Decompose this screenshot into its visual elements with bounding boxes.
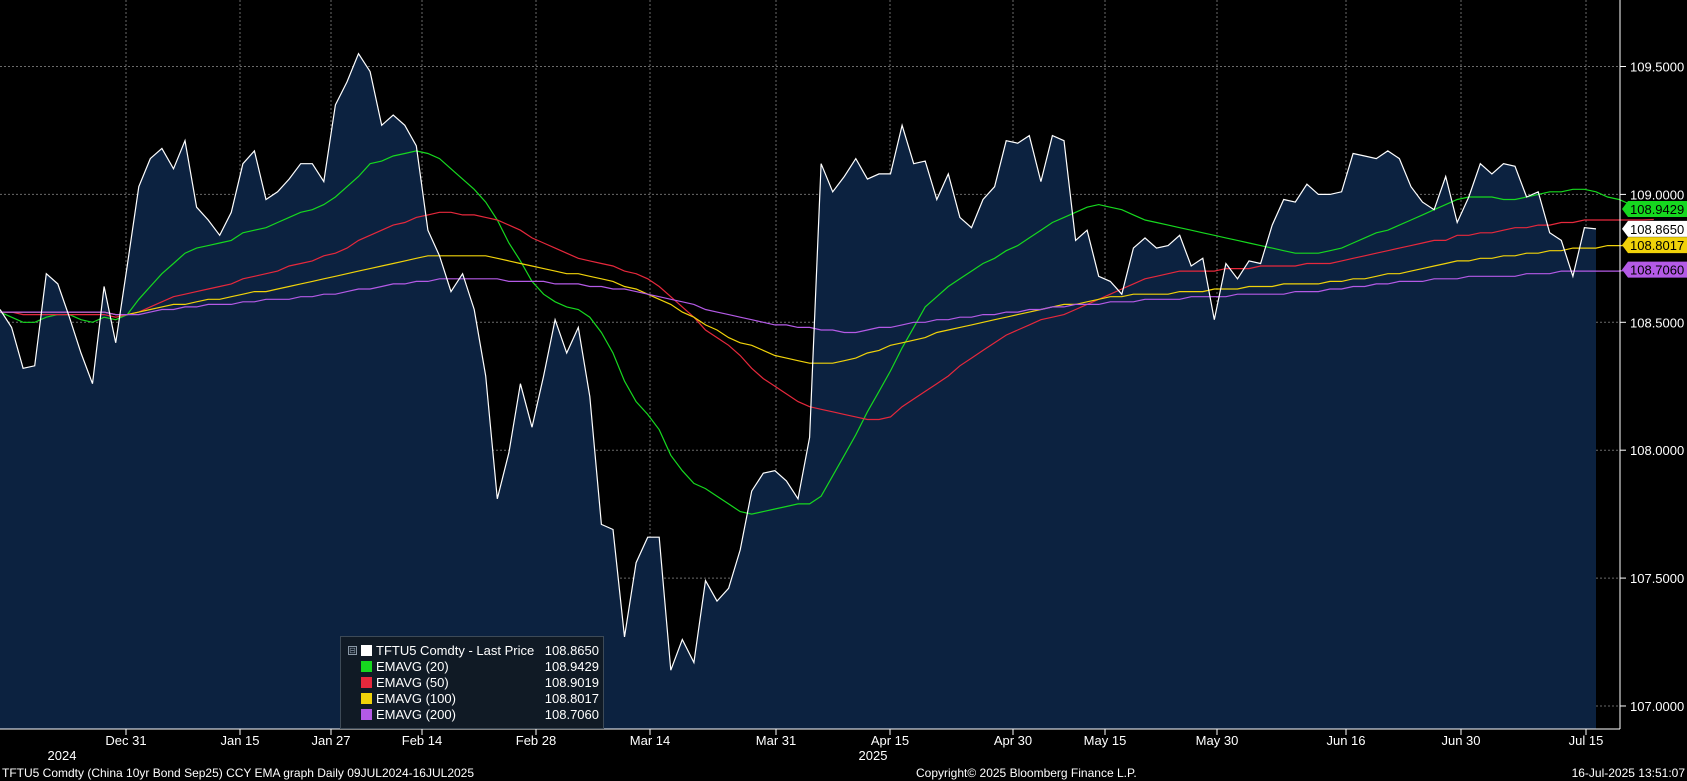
- legend: ⊟ TFTU5 Comdty - Last Price 108.8650 EMA…: [340, 636, 604, 729]
- y-tick-label: 108.0000: [1630, 443, 1684, 458]
- legend-value: 108.7060: [544, 707, 599, 722]
- legend-name: EMAVG (200): [376, 707, 456, 722]
- last-value-tag-label: 108.8650: [1630, 222, 1684, 237]
- y-tick-label: 109.0000: [1630, 187, 1684, 202]
- x-axis-ticks: Dec 31 Jan 15 Jan 27 Feb 14 Feb 28 Mar 14 Mar …: [48, 729, 1604, 763]
- legend-row-price: ⊟ TFTU5 Comdty - Last Price 108.8650: [348, 643, 599, 659]
- legend-swatch-ema50: [361, 677, 372, 688]
- legend-value: 108.9019: [544, 675, 599, 690]
- last-value-tag: 108.7060: [1622, 261, 1687, 278]
- price-chart: 109.5000 109.0000 108.5000 108.0000 107.5000…: [0, 0, 1687, 763]
- legend-row-ema200: EMAVG (200) 108.7060: [349, 707, 599, 723]
- x-tick-label: Feb 14: [402, 733, 442, 748]
- y-tick-label: 107.0000: [1630, 699, 1684, 714]
- legend-name: EMAVG (50): [376, 675, 449, 690]
- x-tick-label: Apr 30: [994, 733, 1032, 748]
- x-tick-label: Jan 27: [311, 733, 350, 748]
- footer-description: TFTU5 Comdty (China 10yr Bond Sep25) CCY…: [2, 766, 475, 780]
- footer-timestamp: 16-Jul-2025 13:51:07: [1571, 766, 1685, 780]
- last-value-tag-label: 108.9429: [1630, 202, 1684, 217]
- year-label: 2024: [48, 748, 77, 763]
- legend-swatch-price: [361, 645, 372, 656]
- last-value-tag-label: 108.8017: [1630, 238, 1684, 253]
- last-value-tag: 108.8650: [1622, 220, 1687, 237]
- x-tick-label: Jul 15: [1569, 733, 1604, 748]
- legend-collapse-icon[interactable]: ⊟: [348, 646, 357, 655]
- legend-value: 108.8650: [544, 643, 599, 658]
- x-tick-label: Mar 31: [756, 733, 796, 748]
- x-tick-label: May 30: [1196, 733, 1239, 748]
- x-tick-label: Jun 16: [1326, 733, 1365, 748]
- x-tick-label: Mar 14: [630, 733, 670, 748]
- x-tick-label: Jun 30: [1441, 733, 1480, 748]
- x-tick-label: Feb 28: [516, 733, 556, 748]
- footer-copyright: Copyright© 2025 Bloomberg Finance L.P.: [916, 766, 1137, 780]
- x-tick-label: Dec 31: [105, 733, 146, 748]
- legend-name: EMAVG (20): [376, 659, 449, 674]
- legend-swatch-ema20: [361, 661, 372, 672]
- last-value-tag-label: 108.7060: [1630, 263, 1684, 278]
- legend-swatch-ema100: [361, 693, 372, 704]
- year-label: 2025: [859, 748, 888, 763]
- last-value-tag: 108.9429: [1622, 201, 1687, 218]
- x-tick-label: Apr 15: [871, 733, 909, 748]
- y-tick-label: 107.5000: [1630, 571, 1684, 586]
- legend-row-ema100: EMAVG (100) 108.8017: [349, 691, 599, 707]
- x-tick-label: Jan 15: [220, 733, 259, 748]
- legend-value: 108.8017: [544, 691, 599, 706]
- legend-swatch-ema200: [361, 709, 372, 720]
- legend-name: EMAVG (100): [376, 691, 456, 706]
- y-axis-ticks: 109.5000 109.0000 108.5000 108.0000 107.5000…: [1620, 60, 1684, 714]
- y-tick-label: 108.5000: [1630, 315, 1684, 330]
- legend-name: TFTU5 Comdty - Last Price: [376, 643, 535, 658]
- x-tick-label: May 15: [1084, 733, 1127, 748]
- y-tick-label: 109.5000: [1630, 60, 1684, 75]
- legend-row-ema50: EMAVG (50) 108.9019: [349, 675, 599, 691]
- last-value-tag: 108.8017: [1622, 237, 1687, 254]
- last-value-tags: 108.9429 108.8650108.8017 108.7060: [1622, 201, 1687, 278]
- footer-bar: TFTU5 Comdty (China 10yr Bond Sep25) CCY…: [0, 765, 1687, 781]
- legend-row-ema20: EMAVG (20) 108.9429: [349, 659, 599, 675]
- legend-value: 108.9429: [544, 659, 599, 674]
